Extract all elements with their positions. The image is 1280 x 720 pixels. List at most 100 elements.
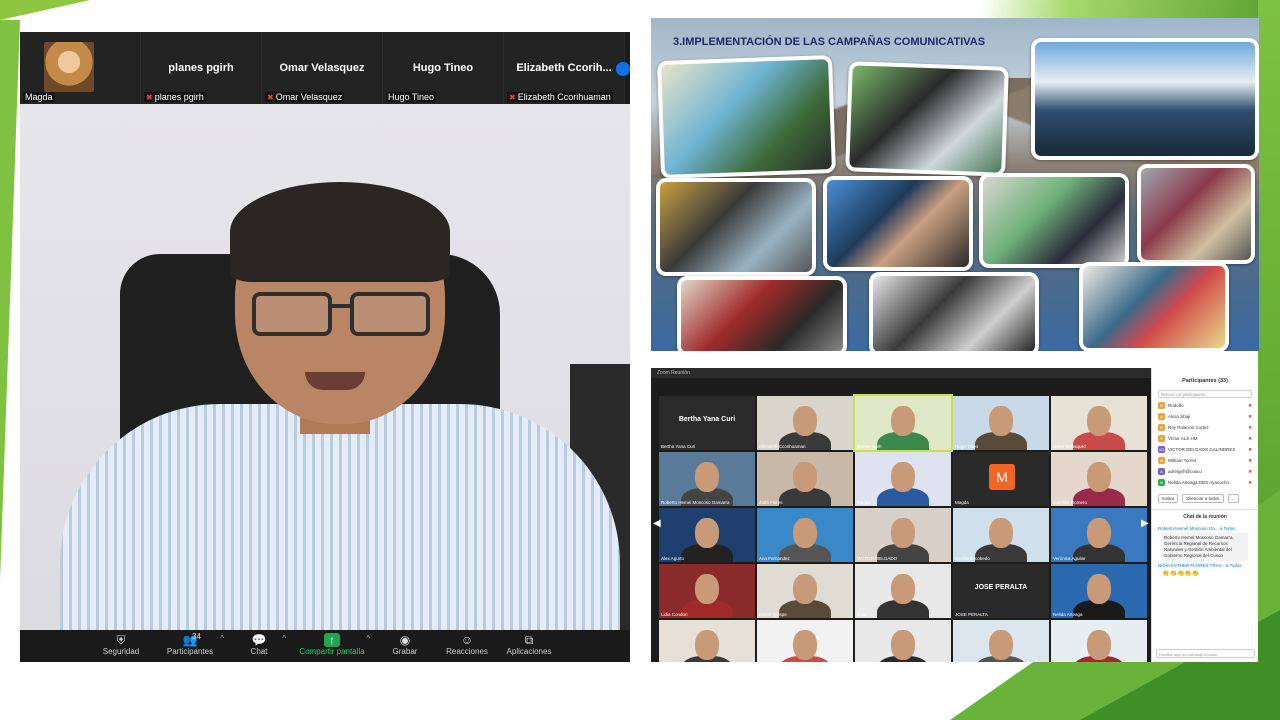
chevron-up-icon[interactable]: ^ <box>366 634 370 643</box>
mic-muted-icon[interactable]: ✖ <box>1248 403 1252 409</box>
tile-name-label: JOSE PERALTA <box>955 612 988 617</box>
gallery-tile[interactable] <box>953 620 1049 662</box>
participant-name: Roy Palacios Cortez <box>1168 425 1209 430</box>
mic-muted-icon[interactable]: ✖ <box>1248 425 1252 431</box>
participants-button[interactable]: 👥 34 Participantes ^ <box>152 630 228 662</box>
security-button[interactable]: ⛨ Seguridad <box>90 630 152 662</box>
participant-row[interactable]: V Víctor ALS HM ✖ <box>1152 433 1258 444</box>
mic-muted-icon[interactable]: ✖ <box>1248 458 1252 464</box>
gallery-tile[interactable]: M Magda <box>953 452 1049 506</box>
tile-person-face <box>793 574 817 604</box>
mute-all-button[interactable]: Silenciar a todos <box>1182 494 1224 503</box>
gallery-tile[interactable]: Verónica Aguilar <box>1051 508 1147 562</box>
collage-title: 3.IMPLEMENTACIÓN DE LAS CAMPAÑAS COMUNIC… <box>673 36 986 48</box>
gallery-tile[interactable] <box>855 620 951 662</box>
participant-name: adrelgirh@cusco <box>1168 469 1202 474</box>
chevron-up-icon[interactable]: ^ <box>220 634 224 643</box>
share-screen-button[interactable]: ↑ Compartir pantalla ^ <box>290 630 374 662</box>
participant-tile[interactable]: Omar Velasquez ✖ Omar Velasquez <box>262 32 383 104</box>
participant-label: ✖ Omar Velasquez <box>265 92 345 102</box>
gallery-tile[interactable]: Lidia Condori <box>659 564 755 618</box>
glasses-bridge <box>330 304 352 308</box>
participant-row[interactable]: A Alicia Jibaji ✖ <box>1152 411 1258 422</box>
participants-panel: Participantes (33) Buscar un participant… <box>1151 368 1258 662</box>
gallery-tile[interactable]: Roberto Hemel Moscoso Gamarra <box>659 452 755 506</box>
gallery-tile[interactable]: Magda <box>855 452 951 506</box>
collage-photo <box>823 176 973 271</box>
participant-tile[interactable]: Elizabeth Ccorih... ✖ Elizabeth Ccorihuam… <box>504 32 630 104</box>
gallery-tile[interactable]: Jose <box>855 564 951 618</box>
campaign-photo-collage: 3.IMPLEMENTACIÓN DE LAS CAMPAÑAS COMUNIC… <box>651 18 1259 351</box>
reactions-icon: ☺ <box>460 633 474 647</box>
participant-search-input[interactable]: Buscar un participante <box>1158 390 1252 398</box>
tile-person-face <box>891 462 915 492</box>
next-page-arrow-icon[interactable] <box>616 62 630 76</box>
gallery-tile[interactable] <box>1051 620 1147 662</box>
tile-person-face <box>1087 406 1111 436</box>
mic-muted-icon[interactable]: ✖ <box>1248 436 1252 442</box>
chevron-left-icon[interactable]: ◀ <box>653 518 661 529</box>
tile-person-face <box>989 406 1013 436</box>
gallery-tile[interactable]: Alex Agurto <box>659 508 755 562</box>
invite-button[interactable]: Invitar <box>1158 494 1179 503</box>
gallery-tile[interactable]: Omar Velasquez <box>1051 396 1147 450</box>
participant-row[interactable]: R Rodolfo ✖ <box>1152 400 1258 411</box>
gallery-tile[interactable]: JOSE PERALTA JOSE PERALTA <box>953 564 1049 618</box>
gallery-tile[interactable]: Cecilia Escobedo <box>953 508 1049 562</box>
participant-row[interactable]: VD VICTOR DELGADO GALINDRES ✖ <box>1152 444 1258 455</box>
reactions-label: Reacciones <box>446 647 488 656</box>
participant-row[interactable]: N Nelida Arteaga DDS Ayacucho ✖ <box>1152 477 1258 488</box>
reactions-button[interactable]: ☺ Reacciones <box>436 630 498 662</box>
tile-name-label: Zoila Flores <box>759 500 783 505</box>
tile-name-label: Carolina Romero <box>1053 500 1088 505</box>
record-button[interactable]: ◉ Grabar <box>374 630 436 662</box>
tile-person-face <box>891 518 915 548</box>
chevron-up-icon[interactable]: ^ <box>282 634 286 643</box>
chat-input[interactable]: Escriba aquí su mensaje a todos <box>1156 649 1255 658</box>
participant-row[interactable]: Aadrelgirh@cusco ✖ <box>1152 466 1258 477</box>
participant-label: ✖ planes pgirh <box>144 92 206 102</box>
presentation-slide: Magda planes pgirh ✖ planes pgirh Omar Ve… <box>0 0 1280 720</box>
participant-avatar: R <box>1158 424 1165 431</box>
chat-icon: 💬 <box>251 633 267 647</box>
gallery-tile[interactable]: Elizabeth Ccorihuaman <box>757 396 853 450</box>
mic-muted-icon[interactable]: ✖ <box>1248 480 1252 486</box>
green-corner-top-left <box>0 0 90 20</box>
chat-button[interactable]: 💬 Chat ^ <box>228 630 290 662</box>
share-screen-label: Compartir pantalla <box>299 647 365 656</box>
gallery-tile[interactable]: planes pgirh <box>853 394 953 452</box>
participant-avatar: A <box>1158 413 1165 420</box>
gallery-tile[interactable] <box>757 620 853 662</box>
participant-label: Hugo Tineo <box>386 92 437 102</box>
participant-tile[interactable]: Magda <box>20 32 141 104</box>
mic-muted-icon[interactable]: ✖ <box>1248 469 1252 475</box>
tile-person-face <box>891 406 915 436</box>
tile-name-label: Lidia Condori <box>661 612 688 617</box>
gallery-tile[interactable]: Ana Fernandez <box>757 508 853 562</box>
record-label: Grabar <box>392 647 418 656</box>
participant-tile[interactable]: Hugo Tineo Hugo Tineo <box>383 32 504 104</box>
gallery-tile[interactable]: Edwin Quispe <box>757 564 853 618</box>
tile-name-label: Nelida Arteaga <box>1053 612 1083 617</box>
mic-muted-icon[interactable]: ✖ <box>1248 414 1252 420</box>
gallery-tile[interactable]: Nelida Arteaga <box>1051 564 1147 618</box>
gallery-tile[interactable]: Carolina Romero <box>1051 452 1147 506</box>
participant-row[interactable]: W William Torres ✖ <box>1152 455 1258 466</box>
participants-count: 34 <box>192 632 201 641</box>
gallery-tile[interactable]: VICTOR DELGADO <box>855 508 951 562</box>
mic-muted-icon: ✖ <box>267 93 274 102</box>
gallery-tile[interactable]: Hugo Tineo <box>953 396 1049 450</box>
more-button[interactable]: ... <box>1227 494 1240 503</box>
participant-row[interactable]: R Roy Palacios Cortez ✖ <box>1152 422 1258 433</box>
tile-person-face <box>793 518 817 548</box>
gallery-tile[interactable] <box>659 620 755 662</box>
collage-photo <box>677 276 847 351</box>
apps-button[interactable]: ⧉ Aplicaciones <box>498 630 560 662</box>
chevron-right-icon[interactable]: ▶ <box>1141 518 1149 529</box>
gallery-tile[interactable]: Zoila Flores <box>757 452 853 506</box>
gallery-tile[interactable]: Bertha Yana Curi Bertha Yana Curi <box>659 396 755 450</box>
tile-name-label: Elizabeth Ccorihuaman <box>759 444 806 449</box>
participant-avatar: V <box>1158 435 1165 442</box>
mic-muted-icon[interactable]: ✖ <box>1248 447 1252 453</box>
participant-tile[interactable]: planes pgirh ✖ planes pgirh <box>141 32 262 104</box>
